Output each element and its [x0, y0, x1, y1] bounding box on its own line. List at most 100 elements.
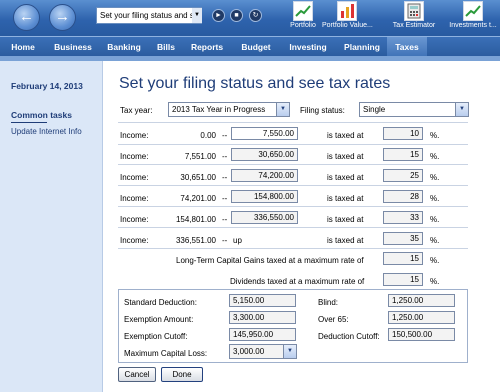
- bracket-to-field[interactable]: 7,550.00: [231, 127, 298, 140]
- bracket-to-text: up: [233, 236, 242, 245]
- ltcg-label: Long-Term Capital Gains taxed at a maxim…: [176, 256, 364, 265]
- update-internet-info-link[interactable]: Update Internet Info: [11, 127, 82, 136]
- tab-banking[interactable]: Banking: [104, 37, 144, 57]
- tax-year-label: Tax year:: [120, 106, 153, 115]
- divider: [118, 248, 468, 249]
- deduction-cutoff-label: Deduction Cutoff:: [318, 332, 380, 341]
- bracket-rate-field[interactable]: 15: [383, 148, 423, 161]
- refresh-icon[interactable]: ↻: [249, 9, 262, 22]
- bracket-from: 154,801.00: [175, 215, 216, 224]
- go-icon[interactable]: ►: [212, 9, 225, 22]
- tab-taxes[interactable]: Taxes: [387, 37, 427, 57]
- taxed-label: is taxed at: [327, 173, 364, 182]
- tab-budget[interactable]: Budget: [236, 37, 276, 57]
- investments-tool[interactable]: Investments t...: [446, 1, 500, 29]
- taxed-label: is taxed at: [327, 194, 364, 203]
- calculator-icon: [404, 1, 424, 21]
- separator: --: [222, 236, 228, 245]
- done-button[interactable]: Done: [161, 367, 203, 382]
- divider: [118, 164, 468, 165]
- chevron-down-icon[interactable]: ▼: [276, 103, 289, 116]
- page-title: Set your filing status and see tax rates: [119, 75, 391, 92]
- blind-field[interactable]: 1,250.00: [388, 294, 455, 307]
- tab-investing[interactable]: Investing: [284, 37, 332, 57]
- exemption-cutoff-field[interactable]: 145,950.00: [229, 328, 296, 341]
- forward-arrow-icon[interactable]: →: [49, 4, 76, 31]
- portfolio-value-tool[interactable]: Portfolio Value...: [322, 1, 373, 29]
- tab-home[interactable]: Home: [6, 37, 40, 57]
- bar-chart-icon: [337, 1, 357, 21]
- bracket-from: 7,551.00: [184, 152, 216, 161]
- bracket-rate-field[interactable]: 33: [383, 211, 423, 224]
- tax-estimator-tool[interactable]: Tax Estimator: [389, 1, 439, 29]
- bracket-rate-field[interactable]: 35: [383, 232, 423, 245]
- tab-bills[interactable]: Bills: [152, 37, 180, 57]
- tool-label: Portfolio Value...: [322, 22, 373, 29]
- bracket-from: 0.00: [200, 131, 216, 140]
- deduction-cutoff-field[interactable]: 150,500.00: [388, 328, 455, 341]
- stop-icon[interactable]: ■: [230, 9, 243, 22]
- percent-label: %.: [430, 173, 440, 182]
- chevron-down-icon[interactable]: ▼: [283, 345, 296, 358]
- tab-planning[interactable]: Planning: [340, 37, 384, 57]
- address-field[interactable]: Set your filing status and s: [96, 7, 202, 24]
- percent-label: %.: [430, 277, 440, 286]
- bracket-to-field[interactable]: 30,650.00: [231, 148, 298, 161]
- divider: [118, 185, 468, 186]
- bracket-rate-field[interactable]: 28: [383, 190, 423, 203]
- divider: [118, 227, 468, 228]
- back-arrow-icon[interactable]: ←: [13, 4, 40, 31]
- over-65-label: Over 65:: [318, 315, 349, 324]
- max-capital-loss-value: 3,000.00: [233, 347, 265, 356]
- portfolio-tool[interactable]: Portfolio: [283, 1, 323, 29]
- tax-year-select[interactable]: 2013 Tax Year in Progress ▼: [168, 102, 290, 117]
- income-label: Income:: [120, 131, 149, 140]
- top-toolbar: ← → Set your filing status and s ▼ ► ■ ↻…: [0, 0, 500, 36]
- income-label: Income:: [120, 152, 149, 161]
- standard-deduction-field[interactable]: 5,150.00: [229, 294, 296, 307]
- percent-label: %.: [430, 256, 440, 265]
- tab-business[interactable]: Business: [50, 37, 96, 57]
- max-capital-loss-select[interactable]: 3,000.00 ▼: [229, 344, 297, 359]
- taxed-label: is taxed at: [327, 131, 364, 140]
- bracket-to-field[interactable]: 74,200.00: [231, 169, 298, 182]
- sidebar: February 14, 2013 Common tasks Update In…: [0, 61, 103, 392]
- filing-status-select[interactable]: Single ▼: [359, 102, 469, 117]
- chevron-down-icon[interactable]: ▼: [455, 103, 468, 116]
- percent-label: %.: [430, 194, 440, 203]
- tool-label: Tax Estimator: [392, 22, 436, 29]
- separator: --: [222, 173, 228, 182]
- percent-label: %.: [430, 131, 440, 140]
- taxed-label: is taxed at: [327, 152, 364, 161]
- tax-year-value: 2013 Tax Year in Progress: [172, 105, 266, 114]
- exemption-cutoff-label: Exemption Cutoff:: [124, 332, 188, 341]
- income-label: Income:: [120, 194, 149, 203]
- bracket-rate-field[interactable]: 10: [383, 127, 423, 140]
- address-dropdown-icon[interactable]: ▼: [192, 8, 202, 23]
- bracket-from: 336,551.00: [175, 236, 216, 245]
- bracket-rate-field[interactable]: 25: [383, 169, 423, 182]
- dividends-rate-field[interactable]: 15: [383, 273, 423, 286]
- blind-label: Blind:: [318, 298, 339, 307]
- income-label: Income:: [120, 215, 149, 224]
- chart-up-icon: [463, 1, 483, 21]
- filing-status-label: Filing status:: [300, 106, 345, 115]
- separator: --: [222, 131, 228, 140]
- percent-label: %.: [430, 215, 440, 224]
- bracket-to-field[interactable]: 336,550.00: [231, 211, 298, 224]
- ltcg-rate-field[interactable]: 15: [383, 252, 423, 265]
- divider: [11, 122, 47, 123]
- chart-up-icon: [293, 1, 313, 21]
- bracket-to-field[interactable]: 154,800.00: [231, 190, 298, 203]
- taxed-label: is taxed at: [327, 236, 364, 245]
- taxed-label: is taxed at: [327, 215, 364, 224]
- filing-status-value: Single: [363, 105, 386, 114]
- over-65-field[interactable]: 1,250.00: [388, 311, 455, 324]
- percent-label: %.: [430, 236, 440, 245]
- percent-label: %.: [430, 152, 440, 161]
- cancel-button[interactable]: Cancel: [118, 367, 156, 382]
- tab-reports[interactable]: Reports: [187, 37, 227, 57]
- sidebar-date: February 14, 2013: [11, 81, 83, 91]
- exemption-amount-field[interactable]: 3,300.00: [229, 311, 296, 324]
- divider: [118, 122, 468, 123]
